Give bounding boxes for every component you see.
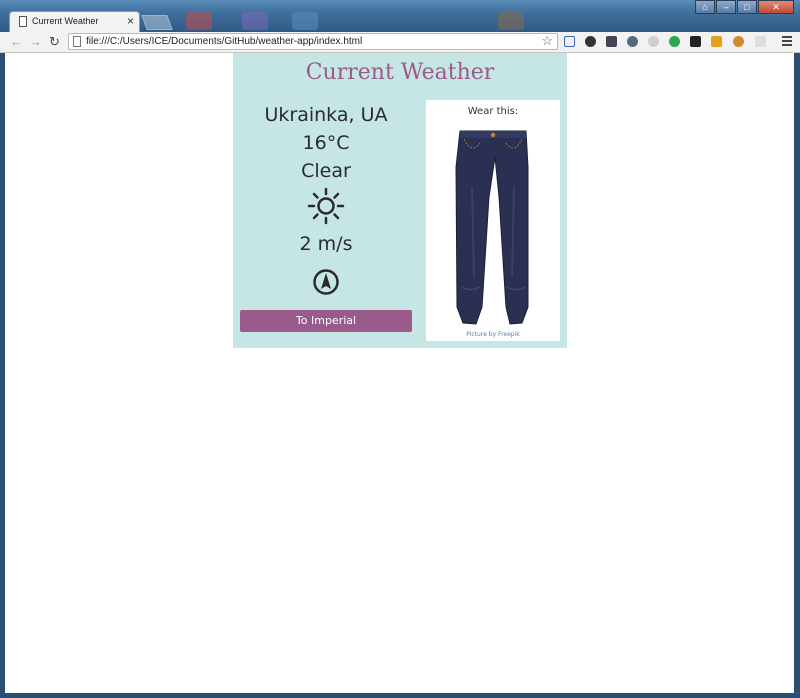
new-tab-button[interactable] bbox=[141, 15, 173, 30]
background-app-icon bbox=[498, 12, 524, 30]
close-window-button[interactable]: ✕ bbox=[758, 0, 794, 14]
back-button[interactable]: ← bbox=[10, 34, 23, 50]
extension-icon[interactable] bbox=[733, 36, 744, 47]
tab-title: Current Weather bbox=[32, 16, 99, 26]
browser-tab[interactable]: Current Weather × bbox=[9, 11, 140, 32]
extension-icon[interactable] bbox=[711, 36, 722, 47]
weather-details: Ukrainka, UA 16°C Clear 2 m/s bbox=[240, 101, 412, 303]
user-icon[interactable]: ⌂ bbox=[695, 0, 715, 14]
weather-card: Current Weather Ukrainka, UA 16°C Clear bbox=[233, 53, 567, 348]
sun-icon bbox=[240, 185, 412, 227]
outfit-panel: Wear this: Picture by Freepik bbox=[426, 100, 560, 341]
compass-arrow-icon bbox=[240, 261, 412, 303]
maximize-button[interactable]: □ bbox=[737, 0, 757, 14]
condition-text: Clear bbox=[301, 160, 351, 182]
wind-speed-text: 2 m/s bbox=[299, 233, 353, 255]
window-controls: ⌂ – □ ✕ bbox=[695, 0, 794, 14]
page-viewport: Current Weather Ukrainka, UA 16°C Clear bbox=[5, 53, 794, 693]
minimize-button[interactable]: – bbox=[716, 0, 736, 14]
extension-icon[interactable] bbox=[755, 36, 766, 47]
address-url: file:///C:/Users/ICE/Documents/GitHub/we… bbox=[86, 36, 363, 47]
address-bar[interactable]: file:///C:/Users/ICE/Documents/GitHub/we… bbox=[68, 33, 558, 50]
browser-menu-icon[interactable] bbox=[782, 36, 792, 48]
window-titlebar: Current Weather × ⌂ – □ ✕ bbox=[0, 0, 800, 32]
unit-toggle-button[interactable]: To Imperial bbox=[240, 310, 412, 332]
jeans-image bbox=[455, 130, 529, 325]
reload-button[interactable]: ↻ bbox=[49, 34, 60, 50]
page-title: Current Weather bbox=[305, 60, 495, 85]
bookmark-star-icon[interactable]: ☆ bbox=[541, 33, 553, 49]
extension-icon[interactable] bbox=[690, 36, 701, 47]
tab-close-icon[interactable]: × bbox=[127, 14, 134, 28]
image-credit-link[interactable]: Picture by Freepik bbox=[426, 331, 560, 338]
forward-button[interactable]: → bbox=[29, 34, 42, 50]
background-app-icon bbox=[242, 12, 268, 30]
location-text: Ukrainka, UA bbox=[264, 104, 388, 126]
temperature-text: 16°C bbox=[302, 132, 350, 154]
grammarly-icon[interactable] bbox=[669, 36, 680, 47]
page-info-icon bbox=[73, 36, 81, 47]
wear-label: Wear this: bbox=[467, 106, 519, 117]
extension-icon[interactable] bbox=[627, 36, 638, 47]
background-app-icon bbox=[292, 12, 318, 30]
extension-icon[interactable] bbox=[564, 36, 575, 47]
page-icon bbox=[19, 16, 27, 27]
extension-icon[interactable] bbox=[648, 36, 659, 47]
extension-icon[interactable] bbox=[606, 36, 617, 47]
extension-icon[interactable] bbox=[585, 36, 596, 47]
browser-toolbar: ← → ↻ file:///C:/Users/ICE/Documents/Git… bbox=[0, 32, 800, 53]
background-app-icon bbox=[186, 12, 212, 30]
